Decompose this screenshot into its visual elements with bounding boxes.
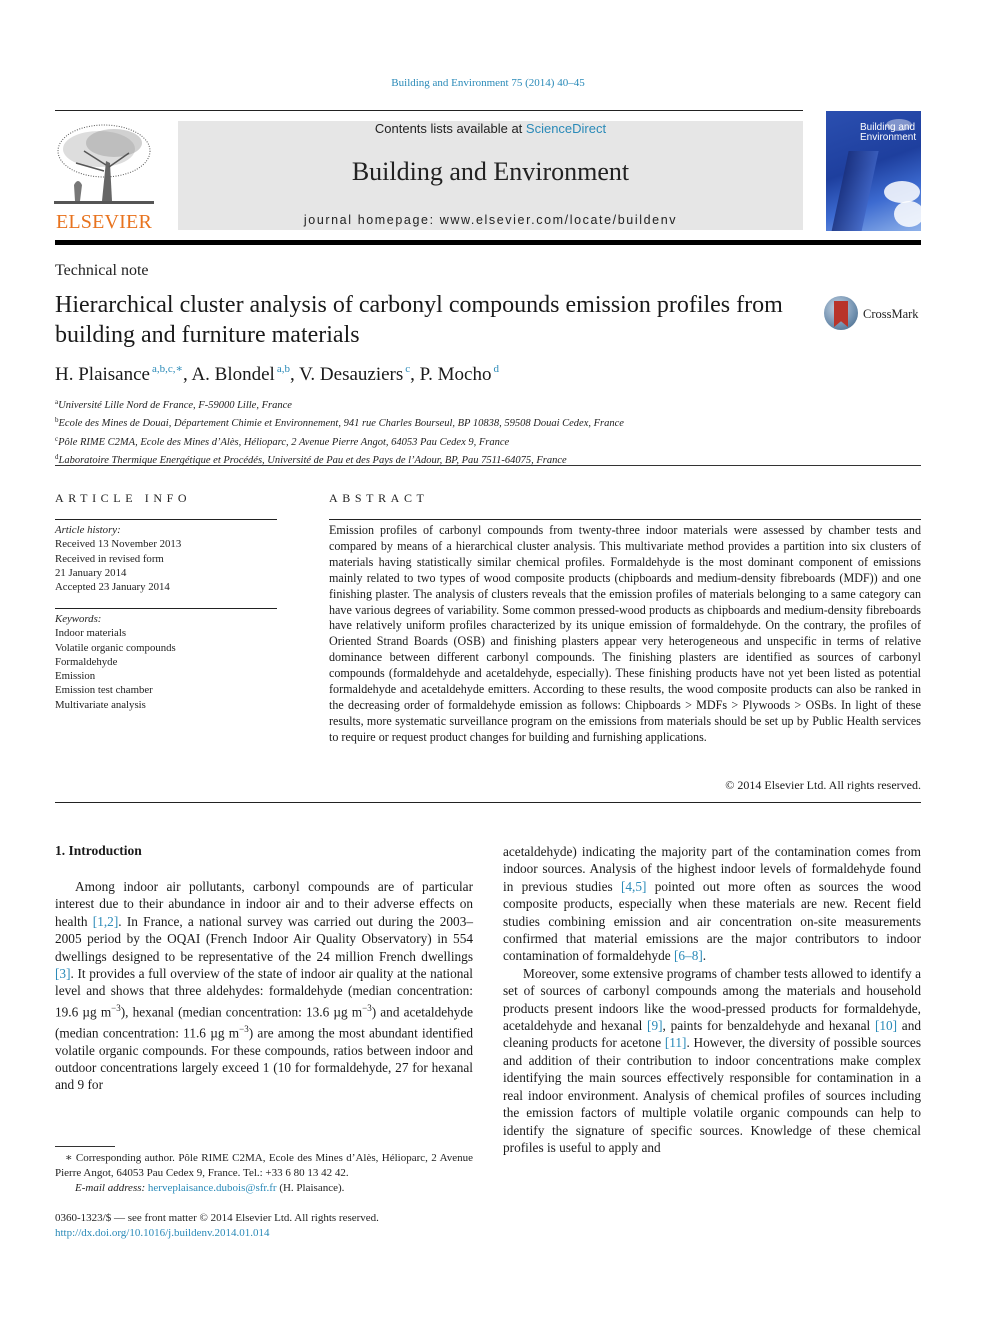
journal-cover-thumbnail[interactable]: Building and Environment <box>826 111 921 231</box>
divider <box>55 465 921 466</box>
email-line: E-mail address: herveplaisance.dubois@sf… <box>55 1181 473 1196</box>
citation-link[interactable]: [11] <box>665 1035 687 1050</box>
keywords: Keywords: Indoor materials Volatile orga… <box>55 612 176 712</box>
citation-link[interactable]: [10] <box>875 1018 897 1033</box>
doi-link[interactable]: http://dx.doi.org/10.1016/j.buildenv.201… <box>55 1227 270 1239</box>
author-name: H. Plaisance <box>55 364 150 385</box>
cover-tower-graphic <box>827 151 879 231</box>
corresponding-author-text: ∗ Corresponding author. Pôle RIME C2MA, … <box>55 1152 473 1179</box>
author: V. Desauziers c, <box>299 363 420 385</box>
affiliation: bEcole des Mines de Douai, Département C… <box>55 413 624 431</box>
superscript: −3 <box>239 1023 249 1034</box>
keyword: Emission <box>55 670 96 683</box>
history-item: Received 13 November 2013 <box>55 538 182 551</box>
author: A. Blondel a,b, <box>191 363 300 385</box>
contents-line: Contents lists available at ScienceDirec… <box>178 121 803 136</box>
intro-left-column: Among indoor air pollutants, carbonyl co… <box>55 878 473 1094</box>
author: H. Plaisance a,b,c,∗, <box>55 363 191 385</box>
author-name: P. Mocho <box>419 364 492 385</box>
email-owner: (H. Plaisance). <box>276 1182 345 1194</box>
journal-name: Building and Environment <box>351 157 630 186</box>
text-run: ), hexanal (median concentration: 13.6 µ… <box>120 1004 363 1020</box>
citation-link[interactable]: [3] <box>55 966 71 981</box>
crossmark-label: CrossMark <box>863 307 919 321</box>
contents-prefix: Contents lists available at <box>374 121 526 136</box>
footnote-rule <box>55 1146 115 1147</box>
elsevier-logo[interactable]: ELSEVIER <box>52 119 156 235</box>
cover-title-line: Environment <box>860 132 917 143</box>
keyword: Formaldehyde <box>55 655 118 668</box>
affiliation: cPôle RIME C2MA, Ecole des Mines d’Alès,… <box>55 432 624 450</box>
article-title: Hierarchical cluster analysis of carbony… <box>55 292 783 348</box>
author-name: A. Blondel <box>191 364 275 385</box>
author: P. Mocho d <box>419 363 499 385</box>
author-affiliation-link[interactable]: a,b,c,∗ <box>152 363 183 375</box>
introduction-heading: 1. Introduction <box>55 843 142 858</box>
text-run: . <box>702 948 707 964</box>
citation-link[interactable]: [1,2] <box>93 914 118 929</box>
keyword: Indoor materials <box>55 627 127 640</box>
abstract-heading: ABSTRACT <box>329 491 429 505</box>
abstract-text: Emission profiles of carbonyl compounds … <box>329 523 921 744</box>
header-thick-rule <box>55 240 921 245</box>
history-item: Received in revised form <box>55 552 164 565</box>
superscript: −3 <box>362 1002 372 1013</box>
front-matter: 0360-1323/$ — see front matter © 2014 El… <box>55 1211 379 1241</box>
elsevier-wordmark: ELSEVIER <box>55 211 153 233</box>
article-info-heading: ARTICLE INFO <box>55 491 192 505</box>
author-name: V. Desauziers <box>299 364 404 385</box>
text-run: . However, the diversity of possible sou… <box>503 1035 921 1155</box>
intro-paragraph: Among indoor air pollutants, carbonyl co… <box>55 878 473 1094</box>
affiliation-text: Ecole des Mines de Douai, Département Ch… <box>58 418 624 430</box>
section-type: Technical note <box>55 262 149 279</box>
author-affiliation-link[interactable]: d <box>493 363 499 375</box>
keyword: Volatile organic compounds <box>55 641 176 654</box>
running-head[interactable]: Building and Environment 75 (2014) 40–45 <box>0 77 976 89</box>
text-run: . In France, a national survey was carri… <box>55 913 473 964</box>
cover-title: Building and Environment <box>860 123 916 143</box>
keyword: Emission test chamber <box>55 684 153 697</box>
intro-paragraph: acetaldehyde) indicating the majority pa… <box>503 843 921 965</box>
divider <box>329 519 921 520</box>
sciencedirect-link[interactable]: ScienceDirect <box>526 121 606 136</box>
keyword: Multivariate analysis <box>55 698 146 711</box>
journal-homepage[interactable]: journal homepage: www.elsevier.com/locat… <box>178 213 803 227</box>
affiliation-list: aUniversité Lille Nord de France, F-5900… <box>55 395 624 468</box>
elsevier-tree-icon <box>54 124 154 204</box>
issn-line: 0360-1323/$ — see front matter © 2014 El… <box>55 1212 379 1224</box>
affiliation: aUniversité Lille Nord de France, F-5900… <box>55 395 624 413</box>
abstract-copyright: © 2014 Elsevier Ltd. All rights reserved… <box>725 778 921 792</box>
email-link[interactable]: herveplaisance.dubois@sfr.fr <box>148 1182 277 1194</box>
citation-link[interactable]: [9] <box>647 1018 663 1033</box>
text-run: , paints for benzaldehyde and hexanal <box>662 1018 875 1034</box>
divider <box>55 608 277 609</box>
cover-cloud <box>894 201 921 227</box>
keywords-label: Keywords: <box>55 613 102 625</box>
history-item: 21 January 2014 <box>55 566 127 579</box>
article-history-label: Article history: <box>55 524 121 536</box>
author-affiliation-link[interactable]: a,b <box>277 363 290 375</box>
intro-right-column: acetaldehyde) indicating the majority pa… <box>503 843 921 1156</box>
cover-cloud <box>884 181 920 203</box>
divider <box>55 519 277 520</box>
email-label: E-mail address: <box>75 1182 146 1194</box>
journal-masthead: Contents lists available at ScienceDirec… <box>178 121 803 230</box>
intro-paragraph: Moreover, some extensive programs of cha… <box>503 965 921 1156</box>
divider <box>55 802 921 803</box>
superscript: −3 <box>111 1002 121 1013</box>
history-item: Accepted 23 January 2014 <box>55 581 170 594</box>
top-rule <box>55 110 803 111</box>
author-list: H. Plaisance a,b,c,∗, A. Blondel a,b, V. D… <box>55 362 499 386</box>
corresponding-author-footnote: ∗ Corresponding author. Pôle RIME C2MA, … <box>55 1151 473 1196</box>
article-history: Article history: Received 13 November 20… <box>55 523 181 594</box>
affiliation-text: Pôle RIME C2MA, Ecole des Mines d’Alès, … <box>58 436 510 448</box>
citation-link[interactable]: [6–8] <box>674 948 703 963</box>
author-separator: , <box>289 364 300 385</box>
author-separator: , <box>410 364 420 385</box>
citation-link[interactable]: [4,5] <box>621 879 646 894</box>
affiliation-text: Université Lille Nord de France, F-59000… <box>58 400 292 411</box>
crossmark-button[interactable]: CrossMark <box>824 296 924 334</box>
